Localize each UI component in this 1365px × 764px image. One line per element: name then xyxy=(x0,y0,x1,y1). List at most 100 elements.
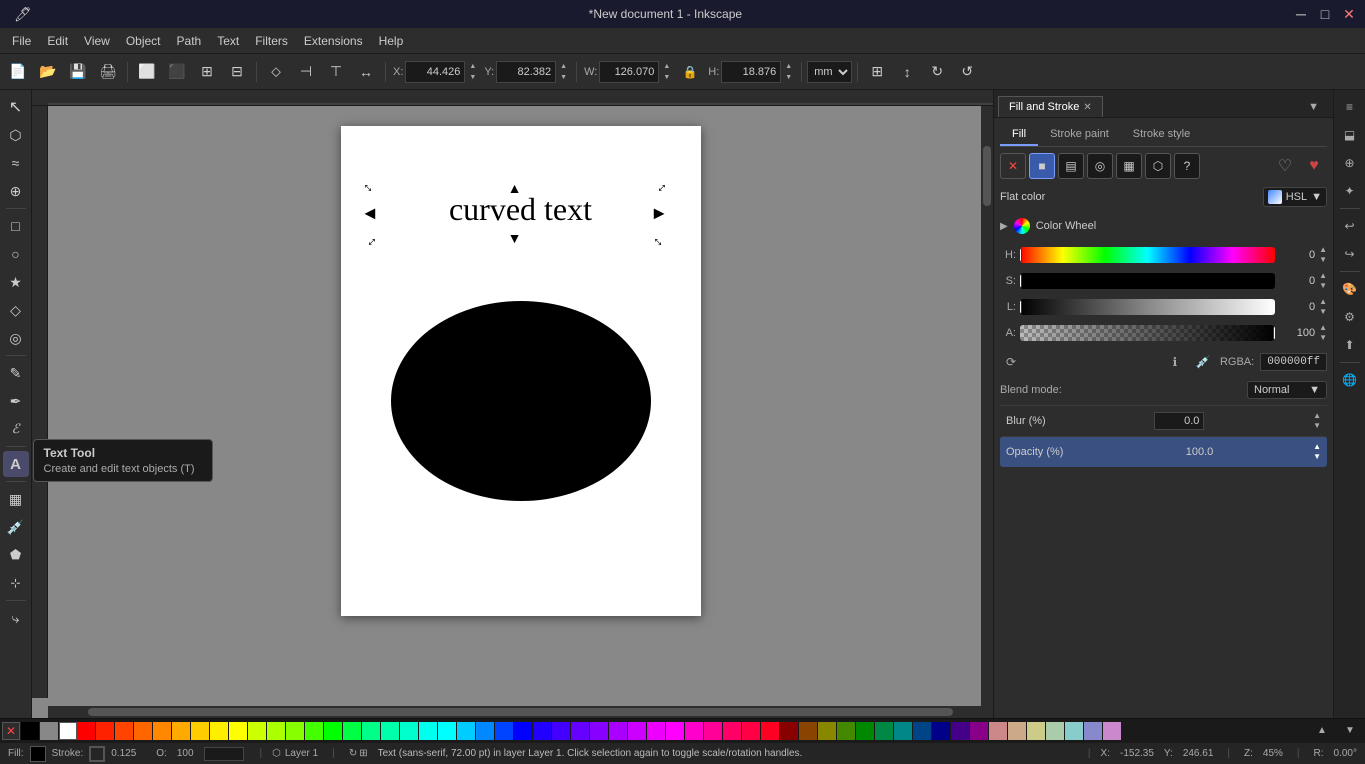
color-info-btn[interactable]: ℹ xyxy=(1164,351,1186,373)
palette-gray[interactable] xyxy=(40,722,58,740)
palette-color-17[interactable] xyxy=(400,722,418,740)
flip-v-button[interactable]: ↕ xyxy=(893,59,921,85)
symbols-btn[interactable]: ✦ xyxy=(1337,178,1363,204)
palette-color-54[interactable] xyxy=(1103,722,1121,740)
fill-stroke-tab-close[interactable]: ✕ xyxy=(1083,102,1091,113)
palette-color-0[interactable] xyxy=(77,722,95,740)
fill-swatch-button[interactable]: ⬡ xyxy=(1145,153,1171,179)
deselect-button[interactable]: ⬛ xyxy=(163,59,191,85)
fill-stroke-tab[interactable]: Fill and Stroke ✕ xyxy=(998,96,1103,117)
palette-remove[interactable]: ✕ xyxy=(2,722,20,740)
palette-color-29[interactable] xyxy=(628,722,646,740)
palette-color-49[interactable] xyxy=(1008,722,1026,740)
3dbox-tool-button[interactable]: ◇ xyxy=(3,297,29,323)
fill-radial-button[interactable]: ◎ xyxy=(1087,153,1113,179)
palette-color-4[interactable] xyxy=(153,722,171,740)
stroke-indicator[interactable] xyxy=(89,746,105,762)
palette-color-46[interactable] xyxy=(951,722,969,740)
palette-color-45[interactable] xyxy=(932,722,950,740)
palette-color-9[interactable] xyxy=(248,722,266,740)
palette-color-25[interactable] xyxy=(552,722,570,740)
palette-color-42[interactable] xyxy=(875,722,893,740)
global-settings-btn[interactable]: ⚙ xyxy=(1337,304,1363,330)
blur-stepper[interactable]: ▲▼ xyxy=(1313,411,1321,431)
alpha-slider[interactable] xyxy=(1020,325,1275,341)
palette-color-21[interactable] xyxy=(476,722,494,740)
palette-color-3[interactable] xyxy=(134,722,152,740)
palette-up[interactable]: ▲ xyxy=(1309,718,1335,742)
menu-help[interactable]: Help xyxy=(371,31,412,51)
gradient-tool-button[interactable]: ▦ xyxy=(3,486,29,512)
star-tool-button[interactable]: ★ xyxy=(3,269,29,295)
palette-color-35[interactable] xyxy=(742,722,760,740)
palette-color-22[interactable] xyxy=(495,722,513,740)
palette-color-11[interactable] xyxy=(286,722,304,740)
menu-edit[interactable]: Edit xyxy=(39,31,76,51)
stroke-style-tab[interactable]: Stroke style xyxy=(1121,124,1202,146)
fill-tab[interactable]: Fill xyxy=(1000,124,1038,146)
palette-color-47[interactable] xyxy=(970,722,988,740)
menu-file[interactable]: File xyxy=(4,31,39,51)
pencil-tool-button[interactable]: ✎ xyxy=(3,360,29,386)
unit-selector[interactable]: mm px pt cm in xyxy=(807,61,852,83)
connector-tool-button[interactable]: ⤷ xyxy=(3,605,29,631)
palette-color-5[interactable] xyxy=(172,722,190,740)
palette-color-7[interactable] xyxy=(210,722,228,740)
palette-color-14[interactable] xyxy=(343,722,361,740)
rect-tool-button[interactable]: □ xyxy=(3,213,29,239)
palette-color-8[interactable] xyxy=(229,722,247,740)
maximize-button[interactable]: □ xyxy=(1317,6,1333,22)
lock-aspect-button[interactable]: 🔒 xyxy=(676,59,704,85)
text-tool-button[interactable]: A Text Tool Create and edit text objects… xyxy=(3,451,29,477)
network-btn[interactable]: 🌐 xyxy=(1337,367,1363,393)
xml-editor-btn[interactable]: ≡ xyxy=(1337,94,1363,120)
palette-white[interactable] xyxy=(59,722,77,740)
stroke-paint-tab[interactable]: Stroke paint xyxy=(1038,124,1121,146)
menu-filters[interactable]: Filters xyxy=(247,31,296,51)
fill-heart2-button[interactable]: ♥ xyxy=(1301,153,1327,179)
rotate-cw-button[interactable]: ↻ xyxy=(923,59,951,85)
palette-color-2[interactable] xyxy=(115,722,133,740)
layer-indicator[interactable]: ⬡ Layer 1 xyxy=(272,748,318,759)
menu-extensions[interactable]: Extensions xyxy=(296,31,371,51)
palette-color-30[interactable] xyxy=(647,722,665,740)
y-stepper[interactable]: ▲▼ xyxy=(558,61,569,83)
print-button[interactable]: 🖨 xyxy=(94,59,122,85)
palette-black[interactable] xyxy=(21,722,39,740)
palette-color-50[interactable] xyxy=(1027,722,1045,740)
rotate-ccw-button[interactable]: ↺ xyxy=(953,59,981,85)
palette-color-52[interactable] xyxy=(1065,722,1083,740)
sat-stepper[interactable]: ▲▼ xyxy=(1319,271,1327,291)
fill-heart1-button[interactable]: ♡ xyxy=(1272,153,1298,179)
fill-none-button[interactable]: ✕ xyxy=(1000,153,1026,179)
h-stepper[interactable]: ▲▼ xyxy=(783,61,794,83)
palette-color-27[interactable] xyxy=(590,722,608,740)
hue-slider[interactable] xyxy=(1020,247,1275,263)
palette-color-1[interactable] xyxy=(96,722,114,740)
palette-color-37[interactable] xyxy=(780,722,798,740)
menu-path[interactable]: Path xyxy=(169,31,210,51)
palette-color-16[interactable] xyxy=(381,722,399,740)
pen-tool-button[interactable]: ✒ xyxy=(3,388,29,414)
undo-btn[interactable]: ↩ xyxy=(1337,213,1363,239)
y-input[interactable] xyxy=(496,61,556,83)
flip-h-button[interactable]: ↔ xyxy=(352,59,380,85)
palette-color-23[interactable] xyxy=(514,722,532,740)
palette-down[interactable]: ▼ xyxy=(1337,718,1363,742)
color-mode-selector[interactable]: HSL ▼ xyxy=(1263,187,1327,207)
palette-color-28[interactable] xyxy=(609,722,627,740)
scrollbar-horizontal[interactable] xyxy=(48,706,993,718)
palette-color-48[interactable] xyxy=(989,722,1007,740)
calligraphy-tool-button[interactable]: ℰ xyxy=(3,416,29,442)
color-picker-btn[interactable]: 🎨 xyxy=(1337,276,1363,302)
scrollbar-v-thumb[interactable] xyxy=(983,146,991,206)
color-recycle-btn[interactable]: ⟳ xyxy=(1000,351,1022,373)
lig-slider[interactable] xyxy=(1020,299,1275,315)
opacity-bar[interactable] xyxy=(204,747,244,761)
w-stepper[interactable]: ▲▼ xyxy=(661,61,672,83)
palette-color-33[interactable] xyxy=(704,722,722,740)
palette-color-19[interactable] xyxy=(438,722,456,740)
fill-linear-button[interactable]: ▤ xyxy=(1058,153,1084,179)
palette-color-39[interactable] xyxy=(818,722,836,740)
palette-color-36[interactable] xyxy=(761,722,779,740)
